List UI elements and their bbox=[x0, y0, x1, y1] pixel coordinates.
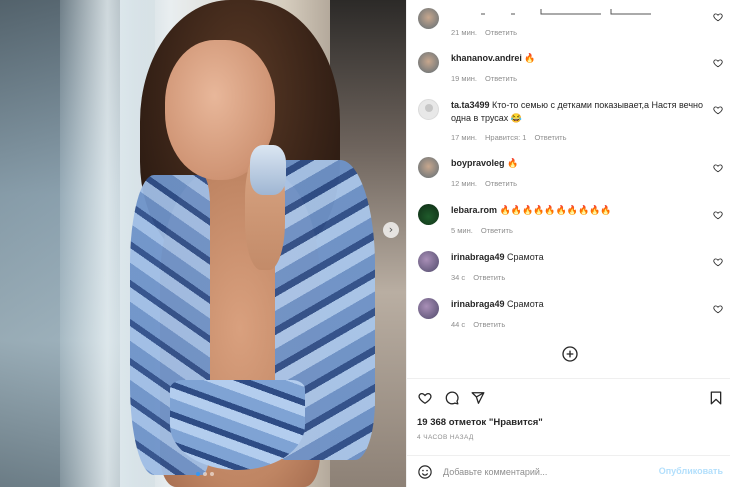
comment-meta: 44 с Ответить bbox=[451, 320, 505, 329]
post-time: 4 часов назад bbox=[417, 434, 474, 441]
comment-meta: 34 с Ответить bbox=[451, 273, 505, 282]
carousel-dot-active bbox=[196, 472, 200, 476]
plus-circle-icon[interactable] bbox=[562, 346, 578, 362]
comment-meta: 12 мин. Ответить bbox=[451, 179, 517, 188]
comment-time: 17 мин. bbox=[451, 133, 477, 142]
comment-body: 🔥 bbox=[507, 158, 519, 168]
comment-icon[interactable] bbox=[445, 391, 459, 405]
heart-icon[interactable] bbox=[418, 391, 432, 405]
comment-time: 19 мин. bbox=[451, 74, 477, 83]
heart-icon[interactable] bbox=[713, 58, 723, 68]
comment-text: irinabraga49 Срамота bbox=[451, 251, 705, 264]
comment-username[interactable]: irinabraga49 bbox=[451, 299, 505, 309]
heart-icon[interactable] bbox=[713, 210, 723, 220]
heart-icon[interactable] bbox=[713, 304, 723, 314]
comment-time: 34 с bbox=[451, 273, 466, 282]
carousel-dots bbox=[196, 472, 214, 476]
carousel-dot bbox=[203, 472, 207, 476]
comment-body: 🔥🔥🔥🔥🔥🔥🔥🔥🔥🔥 bbox=[499, 205, 612, 215]
photo-bikini bbox=[170, 380, 305, 470]
post-actions: 19 368 отметок "Нравится" 4 часов назад … bbox=[407, 378, 730, 487]
avatar[interactable] bbox=[418, 204, 439, 225]
bookmark-icon[interactable] bbox=[709, 391, 723, 405]
comment-time: 5 мин. bbox=[451, 226, 473, 235]
likes-count[interactable]: 19 368 отметок "Нравится" bbox=[417, 417, 543, 428]
comment-likes[interactable]: Нравится: 1 bbox=[485, 133, 526, 142]
avatar[interactable] bbox=[418, 298, 439, 319]
comments-panel: 21 мин. Ответить khananov.andrei 🔥 19 мин… bbox=[406, 0, 730, 487]
heart-icon[interactable] bbox=[713, 105, 723, 115]
comment-body: Срамота bbox=[507, 252, 544, 262]
comment-meta: 5 мин. Ответить bbox=[451, 226, 513, 235]
heart-icon[interactable] bbox=[713, 12, 723, 22]
comment-time: 44 с bbox=[451, 320, 466, 329]
comment-composer: Опубликовать bbox=[407, 455, 730, 487]
comment-username[interactable]: ta.ta3499 bbox=[451, 100, 490, 110]
comment-text: khananov.andrei 🔥 bbox=[451, 52, 705, 65]
comment-text: ta.ta3499 Кто-то семью с детками показыв… bbox=[451, 99, 705, 125]
reply-button[interactable]: Ответить bbox=[485, 179, 517, 188]
comment-time: 21 мин. bbox=[451, 28, 477, 37]
heart-icon[interactable] bbox=[713, 257, 723, 267]
comment-text: irinabraga49 Срамота bbox=[451, 298, 705, 311]
reply-button[interactable]: Ответить bbox=[485, 74, 517, 83]
reply-button[interactable]: Ответить bbox=[481, 226, 513, 235]
comment-text: lebara.rom 🔥🔥🔥🔥🔥🔥🔥🔥🔥🔥 bbox=[451, 204, 705, 217]
comment-username[interactable]: boypravoleg bbox=[451, 158, 505, 168]
paper-plane-icon[interactable] bbox=[471, 391, 485, 405]
post-photo[interactable]: › bbox=[0, 0, 406, 487]
chevron-right-icon[interactable]: › bbox=[383, 222, 399, 238]
comment-meta: 19 мин. Ответить bbox=[451, 74, 517, 83]
avatar[interactable] bbox=[418, 52, 439, 73]
comment-input[interactable] bbox=[443, 463, 653, 481]
avatar[interactable] bbox=[418, 251, 439, 272]
smiley-icon[interactable] bbox=[418, 465, 432, 479]
avatar[interactable] bbox=[418, 8, 439, 29]
reply-button[interactable]: Ответить bbox=[485, 28, 517, 37]
publish-button[interactable]: Опубликовать bbox=[659, 466, 723, 476]
comment-meta: 17 мин. Нравится: 1 Ответить bbox=[451, 133, 567, 142]
avatar[interactable] bbox=[418, 157, 439, 178]
reply-button[interactable]: Ответить bbox=[473, 320, 505, 329]
comment-text: boypravoleg 🔥 bbox=[451, 157, 705, 170]
comment-username[interactable]: irinabraga49 bbox=[451, 252, 505, 262]
comment-time: 12 мин. bbox=[451, 179, 477, 188]
comment-username[interactable]: khananov.andrei bbox=[451, 53, 522, 63]
carousel-dot bbox=[210, 472, 214, 476]
comment-text bbox=[451, 6, 705, 19]
cropped-text-fragment bbox=[481, 9, 656, 15]
heart-icon[interactable] bbox=[713, 163, 723, 173]
comment-body: Срамота bbox=[507, 299, 544, 309]
photo-hand-item bbox=[250, 145, 286, 195]
comment-meta: 21 мин. Ответить bbox=[451, 28, 517, 37]
comment-body: 🔥 bbox=[524, 53, 536, 63]
reply-button[interactable]: Ответить bbox=[534, 133, 566, 142]
reply-button[interactable]: Ответить bbox=[473, 273, 505, 282]
avatar[interactable] bbox=[418, 99, 439, 120]
comment-username[interactable]: lebara.rom bbox=[451, 205, 497, 215]
